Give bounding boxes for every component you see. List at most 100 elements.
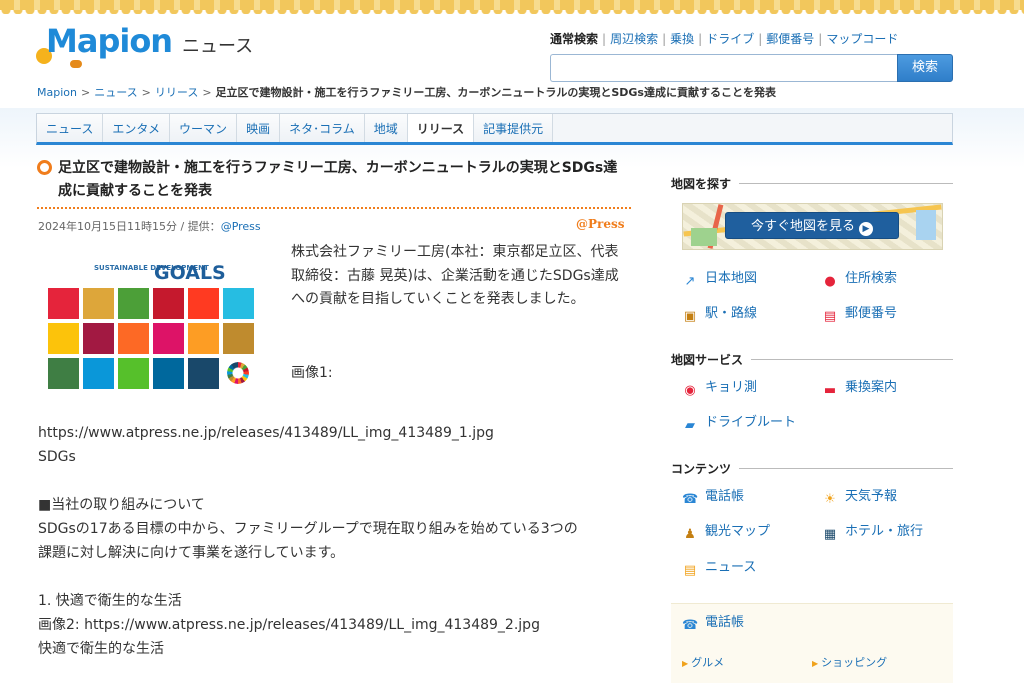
hiker-icon: ♟ (684, 527, 696, 542)
sdgs-goals-word: GOALS (154, 262, 226, 284)
sidebar-link-postal[interactable]: ▤ 郵便番号 (822, 305, 898, 324)
sdg-goal-tile (118, 358, 149, 389)
breadcrumb-news[interactable]: ニュース (94, 86, 137, 99)
sidebar-link-distance[interactable]: ◉ キョリ測 (682, 379, 758, 398)
logo-shoe-icon (70, 60, 82, 68)
sdg-wheel-icon (227, 362, 249, 384)
article-title: 足立区で建物設計・施工を行うファミリー工房、カーボンニュートラルの実現とSDGs… (58, 160, 618, 199)
tab-region[interactable]: 地域 (364, 114, 408, 142)
body-line: 快適で衛生的な生活 (38, 641, 164, 657)
sidebar-link-hotel[interactable]: ▦ ホテル・旅行 (822, 523, 924, 542)
tab-woman[interactable]: ウーマン (170, 114, 238, 142)
separator: | (758, 32, 763, 46)
sun-icon: ☀ (824, 492, 836, 507)
category-nav: ニュース エンタメ ウーマン 映画 ネタ･コラム 地域 リリース 記事提供元 (36, 113, 953, 145)
sidebar-link-station[interactable]: ▣ 駅・路線 (682, 305, 758, 324)
sdg-goal-tile (83, 358, 114, 389)
breadcrumb-separator: > (80, 86, 91, 99)
mapion-logo[interactable]: Mapion (36, 20, 176, 68)
sidebar-link-japan-map[interactable]: ↗ 日本地図 (682, 270, 758, 289)
body-line: SDGs (38, 449, 76, 465)
search-mode-links: 通常検索 | 周辺検索 | 乗換 | ドライブ | 郵便番号 | マップコード (550, 30, 898, 47)
phonebook-link-gourmet[interactable]: ▶ グルメ (682, 654, 724, 670)
sdg-goal-tile (223, 323, 254, 354)
link-label: 郵便番号 (845, 306, 898, 321)
sdg-goal-tile (83, 288, 114, 319)
article-intro: 株式会社ファミリー工房(本社：東京都足立区、代表取締役：古藤 晃英)は、企業活動… (291, 244, 619, 307)
breadcrumb-separator: > (202, 86, 212, 99)
search-input[interactable] (550, 54, 897, 82)
search-mode-nearby[interactable]: 周辺検索 (610, 32, 658, 46)
sidebar-link-news[interactable]: ▤ ニュース (682, 559, 757, 578)
site-section-title: ニュース (182, 36, 254, 57)
link-label: キョリ測 (705, 380, 758, 395)
breadcrumb-separator: > (141, 86, 151, 99)
separator: | (602, 32, 607, 46)
ruler-icon: ◉ (684, 383, 696, 398)
search-mode-normal[interactable]: 通常検索 (550, 32, 598, 46)
sidebar-link-tourism[interactable]: ♟ 観光マップ (682, 523, 770, 542)
sidebar-link-address-search[interactable]: ● 住所検索 (822, 270, 897, 289)
title-divider (37, 207, 631, 209)
link-label: 天気予報 (845, 489, 898, 504)
tab-news[interactable]: ニュース (37, 114, 104, 142)
sdg-goal-tile (118, 323, 149, 354)
article-date: 2024年10月15日11時15分 (38, 220, 177, 233)
search-mode-postal[interactable]: 郵便番号 (766, 32, 814, 46)
search-button[interactable]: 検索 (897, 54, 953, 82)
phonebook-link-shopping[interactable]: ▶ ショッピング (812, 654, 887, 670)
link-label: 日本地図 (705, 271, 758, 286)
sdgs-goal-grid (48, 288, 254, 389)
triangle-right-icon: ▶ (682, 659, 689, 668)
triangle-right-icon: ▶ (812, 659, 819, 668)
building-icon: ▦ (823, 527, 837, 542)
link-label: 電話帳 (705, 489, 745, 504)
top-decorative-stripe (0, 0, 1024, 14)
link-label: 駅・路線 (705, 306, 758, 321)
tab-column[interactable]: ネタ･コラム (280, 114, 365, 142)
search-mode-drive[interactable]: ドライブ (706, 32, 754, 46)
postbox-icon: ▤ (823, 309, 837, 324)
search-mode-transit[interactable]: 乗換 (670, 32, 694, 46)
sidebar-link-weather[interactable]: ☀ 天気予報 (822, 488, 898, 507)
logo-text: Mapion (46, 22, 173, 60)
map-pin-icon: ● (824, 274, 836, 289)
chart-line-icon: ↗ (684, 274, 696, 289)
link-label: 電話帳 (705, 615, 745, 630)
phone-icon: ☎ (682, 492, 699, 507)
search-mode-mapcode[interactable]: マップコード (826, 32, 898, 46)
atpress-logo: @Press (576, 217, 625, 231)
open-map-button[interactable]: 今すぐ地図を見る ▶ (725, 212, 899, 239)
tab-provider[interactable]: 記事提供元 (474, 114, 554, 142)
sidebar-link-phonebook[interactable]: ☎ 電話帳 (682, 488, 745, 507)
sdg-goal-tile (188, 358, 219, 389)
map-services-heading-label: 地図サービス (671, 353, 744, 367)
sdg-goal-tile (48, 288, 79, 319)
breadcrumb-release[interactable]: リリース (155, 86, 198, 99)
tab-movie[interactable]: 映画 (237, 114, 281, 142)
sdg-goal-tile (223, 288, 254, 319)
tab-release[interactable]: リリース (407, 114, 475, 142)
contents-heading: コンテンツ (671, 460, 953, 477)
phone-icon: ☎ (682, 618, 699, 633)
provider-link[interactable]: @Press (221, 220, 261, 233)
sdg-goal-tile (153, 358, 184, 389)
title-bullet-icon (37, 160, 52, 175)
sidebar-link-transit[interactable]: ▬ 乗換案内 (822, 379, 898, 398)
sidebar-link-drive-route[interactable]: ▰ ドライブルート (682, 414, 797, 433)
body-line: 1. 快適で衛生的な生活 (38, 593, 182, 609)
breadcrumb-mapion[interactable]: Mapion (37, 86, 77, 99)
phonebook-box-title[interactable]: ☎ 電話帳 (682, 614, 745, 633)
sdgs-image[interactable]: SUSTAINABLE DEVELOPMENT GOALS (42, 262, 266, 397)
sdg-goal-tile (48, 323, 79, 354)
link-label: ドライブルート (705, 415, 797, 430)
link-label: ホテル・旅行 (845, 524, 924, 539)
link-label: 乗換案内 (845, 380, 898, 395)
tab-entertainment[interactable]: エンタメ (103, 114, 171, 142)
sdg-goal-tile (153, 288, 184, 319)
contents-heading-label: コンテンツ (671, 462, 732, 476)
map-water (916, 210, 936, 240)
image1-label: 画像1: (291, 365, 333, 381)
breadcrumb-current: 足立区で建物設計・施工を行うファミリー工房、カーボンニュートラルの実現とSDGs… (215, 86, 776, 99)
bus-icon: ▬ (823, 383, 837, 398)
